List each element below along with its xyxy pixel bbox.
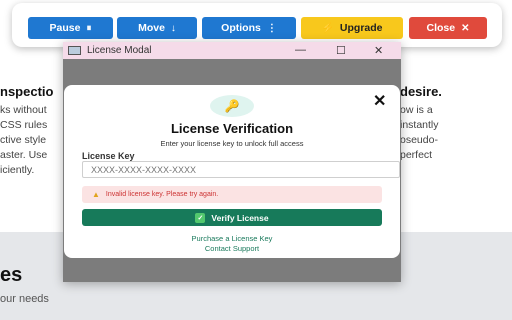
- warning-icon: ▲: [92, 190, 100, 199]
- pause-icon: ⏸: [86, 22, 92, 34]
- floating-toolbar: Pause ⏸ Move ↓ Options ⋮ ⚡ Upgrade Close…: [12, 3, 502, 47]
- upgrade-label: Upgrade: [339, 22, 383, 34]
- purchase-license-link[interactable]: Purchase a License Key: [64, 234, 400, 243]
- modal-subtitle: Enter your license key to unlock full ac…: [160, 139, 304, 148]
- bg-lower-title: es: [0, 264, 23, 286]
- options-label: Options: [221, 22, 261, 34]
- bg-left-heading: nspectio: [0, 84, 54, 99]
- options-button[interactable]: Options ⋮: [202, 17, 296, 39]
- key-icon-badge: 🔑: [210, 95, 254, 117]
- bg-left-text: ks without CSS rules ctive style aster. …: [0, 104, 48, 176]
- window-title: License Modal: [87, 45, 152, 56]
- license-modal: 🔑 ✕ License Verification Enter your lice…: [64, 85, 400, 258]
- close-label: Close: [426, 22, 456, 34]
- pause-button[interactable]: Pause ⏸: [28, 17, 113, 39]
- check-icon: ✓: [195, 212, 206, 223]
- verify-license-button[interactable]: ✓ Verify License: [82, 209, 382, 226]
- license-window: License Modal — ☐ ✕ 🔑 ✕ License Verifica…: [63, 42, 401, 282]
- pause-label: Pause: [49, 22, 81, 34]
- lightning-icon: ⚡: [321, 22, 334, 34]
- license-key-label: License Key: [82, 151, 135, 161]
- move-label: Move: [138, 22, 165, 34]
- error-message: ▲ Invalid license key. Please try again.: [82, 186, 382, 203]
- window-titlebar[interactable]: License Modal — ☐ ✕: [63, 42, 401, 59]
- modal-close-icon[interactable]: ✕: [373, 91, 386, 111]
- bg-lower-sub: our needs: [0, 293, 49, 305]
- error-text: Invalid license key. Please try again.: [105, 191, 219, 198]
- contact-support-link[interactable]: Contact Support: [64, 244, 400, 253]
- close-button[interactable]: Close ✕: [409, 17, 487, 39]
- window-close-icon[interactable]: ✕: [374, 44, 383, 57]
- close-icon: ✕: [461, 22, 470, 34]
- bg-right-heading: desire.: [400, 84, 442, 99]
- move-button[interactable]: Move ↓: [117, 17, 197, 39]
- minimize-icon[interactable]: —: [295, 44, 306, 56]
- license-key-input[interactable]: [82, 161, 400, 178]
- maximize-icon[interactable]: ☐: [336, 44, 346, 57]
- upgrade-button[interactable]: ⚡ Upgrade: [301, 17, 403, 39]
- app-icon: [68, 46, 81, 55]
- verify-label: Verify License: [211, 212, 269, 223]
- arrow-down-icon: ↓: [170, 22, 176, 34]
- key-icon: 🔑: [224, 99, 240, 113]
- kebab-menu-icon: ⋮: [266, 22, 277, 34]
- bg-right-text: ow is a instantly oseudo- perfect: [400, 104, 439, 161]
- modal-title: License Verification: [170, 121, 294, 136]
